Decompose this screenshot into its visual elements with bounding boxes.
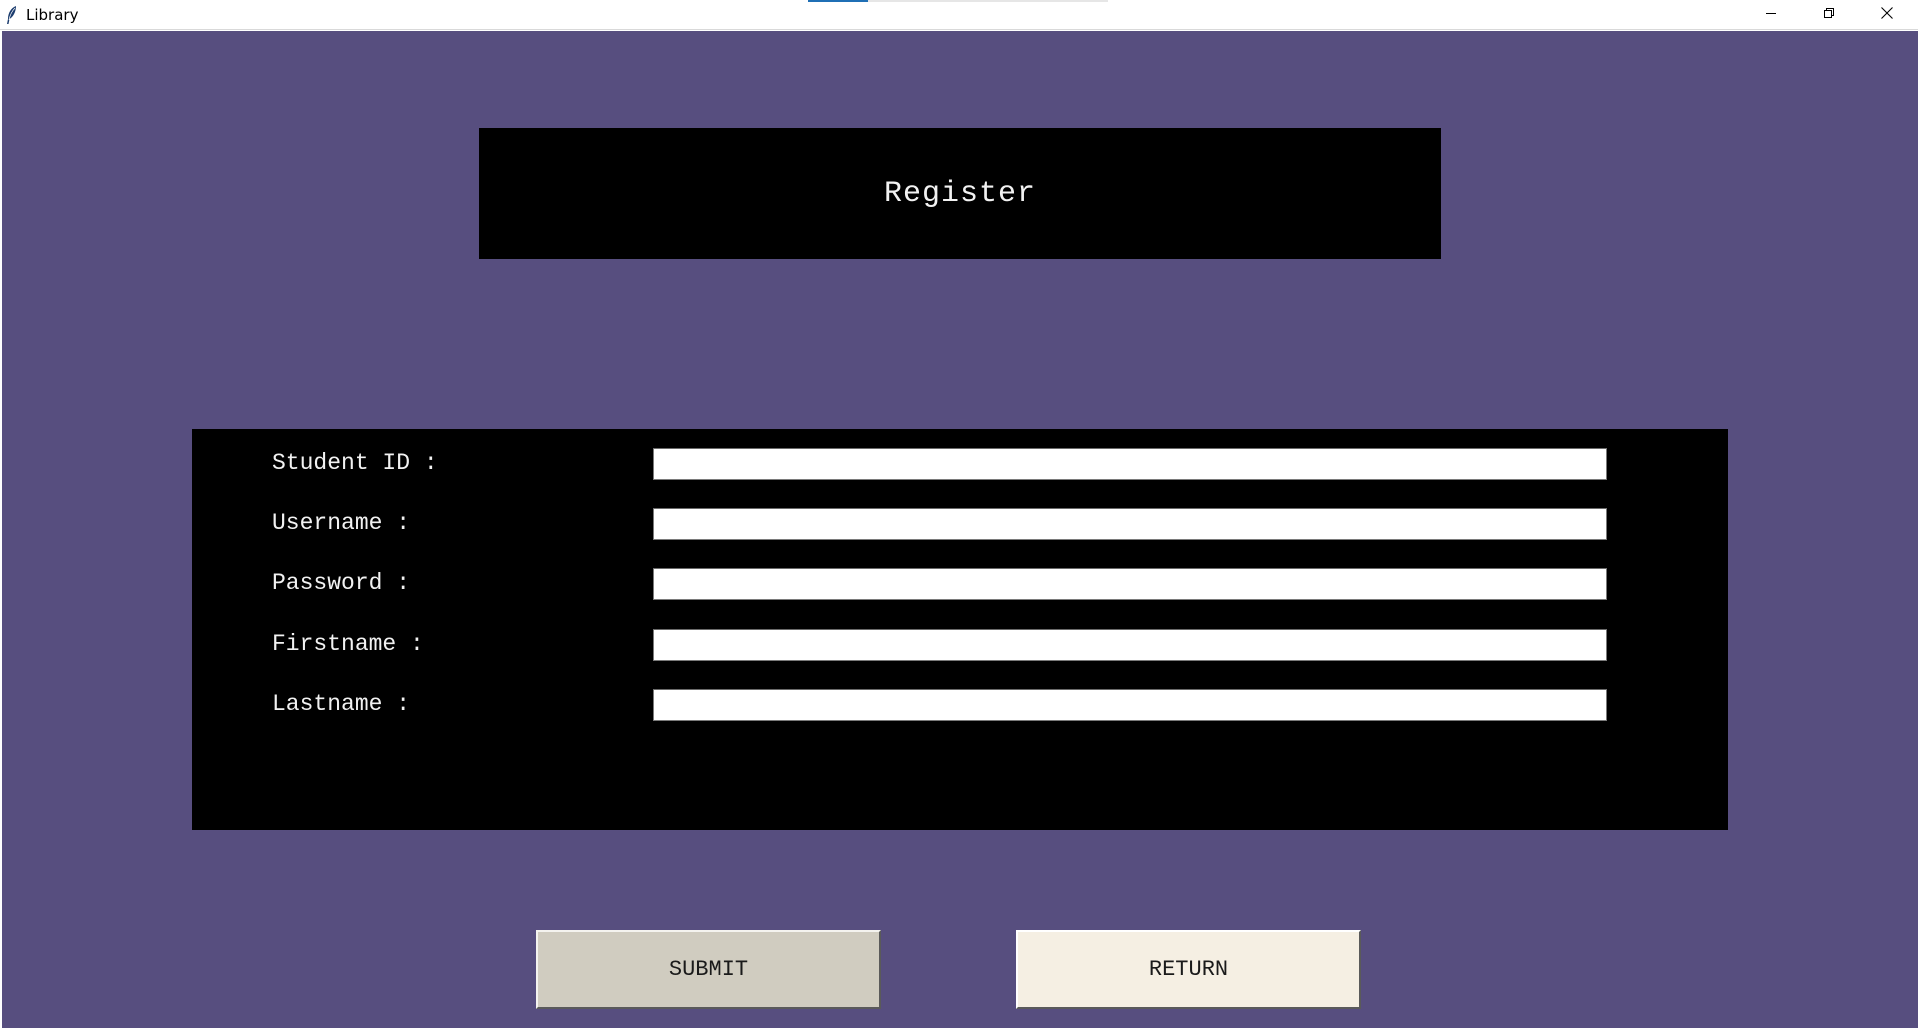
- submit-button[interactable]: SUBMIT: [536, 930, 881, 1009]
- register-form: Student ID : Username : Password : First…: [192, 429, 1728, 830]
- title-accent-bar-light: [868, 0, 1108, 2]
- username-input[interactable]: [653, 508, 1607, 540]
- student-id-input[interactable]: [653, 448, 1607, 480]
- password-label: Password :: [272, 570, 411, 596]
- title-bar[interactable]: Library: [0, 0, 1918, 30]
- window-title: Library: [26, 6, 79, 24]
- feather-icon: [5, 5, 19, 25]
- firstname-input[interactable]: [653, 629, 1607, 661]
- form-row-lastname: Lastname :: [192, 687, 1728, 721]
- maximize-button[interactable]: [1800, 0, 1858, 30]
- return-button[interactable]: RETURN: [1016, 930, 1361, 1009]
- form-row-username: Username :: [192, 506, 1728, 540]
- close-button[interactable]: [1858, 0, 1916, 30]
- username-label: Username :: [272, 510, 411, 536]
- title-accent-bar: [808, 0, 868, 2]
- app-window: Library Register Student ID: Username:…: [0, 0, 1918, 1028]
- firstname-label: Firstname :: [272, 631, 424, 657]
- minimize-icon: [1765, 6, 1777, 24]
- minimize-button[interactable]: [1742, 0, 1800, 30]
- close-icon: [1880, 6, 1894, 25]
- restore-icon: [1823, 6, 1835, 24]
- student-id-label: Student ID :: [272, 450, 438, 476]
- register-screen: Register Student ID : Username : Passwor…: [2, 31, 1918, 1028]
- form-row-password: Password :: [192, 566, 1728, 600]
- heading-panel: Register: [479, 128, 1441, 259]
- page-title: Register: [883, 176, 1037, 211]
- form-row-firstname: Firstname :: [192, 627, 1728, 661]
- form-row-student-id: Student ID :: [192, 446, 1728, 480]
- lastname-input[interactable]: [653, 689, 1607, 721]
- password-input[interactable]: [653, 568, 1607, 600]
- lastname-label: Lastname :: [272, 691, 411, 717]
